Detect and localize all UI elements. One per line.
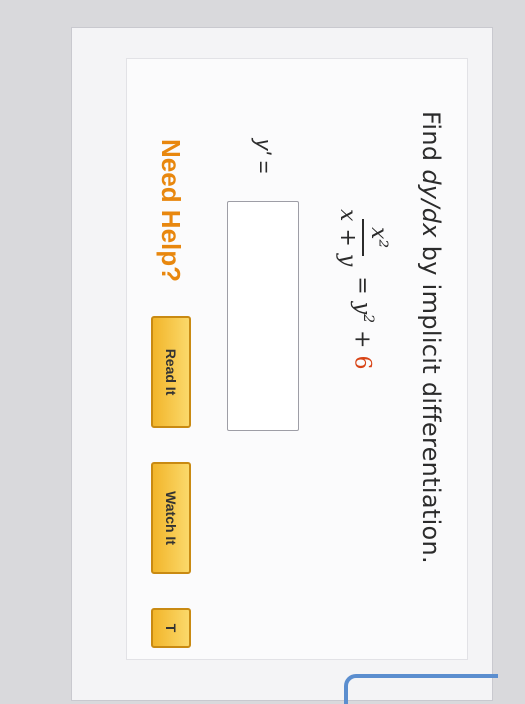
equation: x² x + y = y2 + 6 — [335, 209, 391, 369]
rhs-plus: + — [349, 323, 375, 356]
help-row: Need Help? Read It Watch It T — [151, 139, 191, 649]
fraction-denominator: x + y — [335, 209, 360, 267]
prompt-suffix: by implicit differentiation. — [417, 237, 445, 564]
rhs-constant: 6 — [349, 355, 375, 370]
fraction-numerator: x² — [362, 219, 391, 257]
rhs-exponent: 2 — [360, 314, 377, 324]
answer-input[interactable] — [227, 201, 299, 432]
prompt-prefix: Find — [417, 111, 445, 170]
question-card: Find dy/dx by implicit differentiation. … — [126, 58, 468, 660]
answer-label: y' = — [251, 139, 276, 174]
answer-row: y' = — [227, 139, 299, 432]
question-prompt: Find dy/dx by implicit differentiation. — [417, 111, 445, 564]
equation-fraction: x² x + y — [335, 209, 391, 266]
rhs-prefix: = y — [349, 276, 375, 315]
need-help-label: Need Help? — [156, 139, 187, 283]
talk-button-partial[interactable]: T — [151, 608, 191, 649]
read-it-button[interactable]: Read It — [151, 316, 191, 429]
watch-it-button[interactable]: Watch It — [151, 462, 191, 575]
prompt-derivative: dy/dx — [417, 169, 445, 238]
equation-rhs: = y2 + 6 — [350, 276, 376, 369]
rotated-page: Find dy/dx by implicit differentiation. … — [72, 28, 498, 704]
